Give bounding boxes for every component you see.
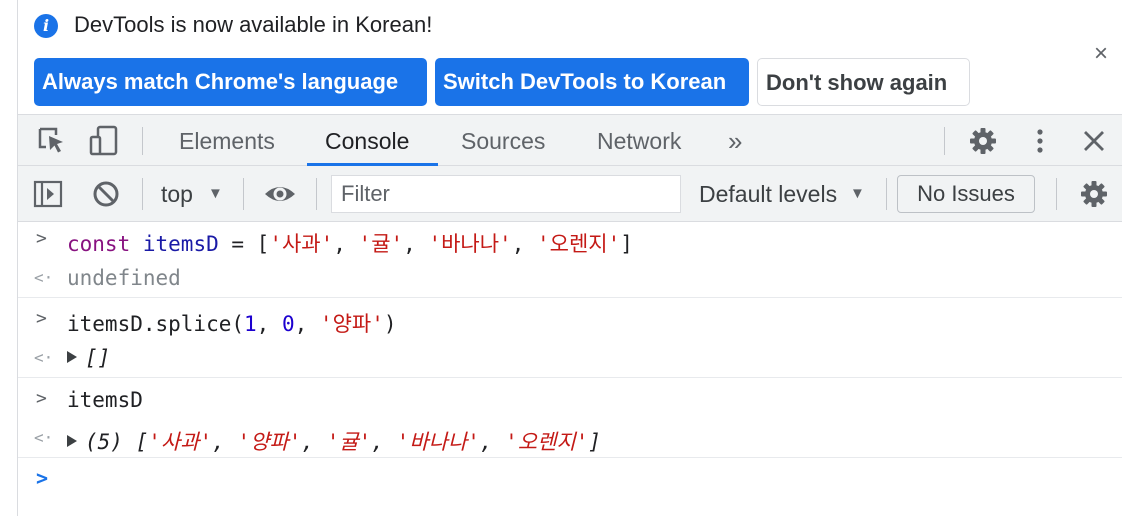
code-token: ] <box>588 430 602 454</box>
code-token: '사과' <box>269 232 334 256</box>
code-token: itemsD <box>142 232 219 256</box>
prompt-chevron-icon: > <box>36 228 47 249</box>
code-token: itemsD.splice( <box>67 312 245 336</box>
info-icon: i <box>34 14 58 38</box>
clear-console-icon[interactable] <box>90 178 122 210</box>
code-token: , <box>256 312 282 336</box>
dropdown-caret-icon[interactable]: ▼ <box>850 166 865 222</box>
return-arrow-icon: <· <box>34 268 54 287</box>
console-prompt-line[interactable]: > <box>18 458 1122 498</box>
console-result: undefined <box>67 266 181 290</box>
code-token: '양파' <box>237 430 302 454</box>
code-token: , <box>479 430 506 454</box>
console-code: const itemsD = ['사과', '귤', '바나나', '오렌지'] <box>67 228 633 258</box>
toolbar-divider <box>1056 178 1057 210</box>
console-code: itemsD.splice(1, 0, '양파') <box>67 308 397 338</box>
console-output-line: <· undefined <box>18 258 1122 298</box>
code-token: (5) [ <box>85 430 149 454</box>
code-token: 0 <box>281 312 295 336</box>
expand-triangle-icon[interactable] <box>67 351 77 363</box>
close-devtools-icon[interactable] <box>1078 125 1110 157</box>
code-token: [] <box>85 346 111 370</box>
code-token: '오렌지' <box>537 232 621 256</box>
console-input-line: > itemsD <box>18 378 1122 418</box>
prompt-chevron-icon: > <box>36 388 47 409</box>
console-object[interactable]: (5) ['사과', '양파', '귤', '바나나', '오렌지'] <box>67 426 601 456</box>
code-token: = [ <box>218 232 270 256</box>
dont-show-again-button[interactable]: Don't show again <box>757 58 970 106</box>
console-output[interactable]: > const itemsD = ['사과', '귤', '바나나', '오렌지… <box>18 222 1122 516</box>
console-input-line: > itemsD.splice(1, 0, '양파') <box>18 298 1122 338</box>
toolbar-divider <box>316 178 317 210</box>
language-infobar: i DevTools is now available in Korean! A… <box>18 0 1122 114</box>
prompt-chevron-icon: > <box>36 466 49 490</box>
code-token: '양파' <box>319 312 384 336</box>
switch-to-korean-button[interactable]: Switch DevTools to Korean <box>435 58 749 106</box>
tab-elements[interactable]: Elements <box>179 115 275 167</box>
more-tabs-icon[interactable]: » <box>728 115 742 167</box>
code-token: '사과' <box>148 430 213 454</box>
console-object[interactable]: [] <box>67 346 110 370</box>
device-toolbar-icon[interactable] <box>88 125 120 157</box>
code-token: , <box>371 430 397 454</box>
always-match-language-button[interactable]: Always match Chrome's language <box>34 58 427 106</box>
toolbar-divider <box>142 178 143 210</box>
devtools-frame: i DevTools is now available in Korean! A… <box>18 0 1122 516</box>
expand-triangle-icon[interactable] <box>67 435 77 447</box>
code-token: '귤' <box>358 232 404 256</box>
toolbar-divider <box>142 127 143 155</box>
code-token: '바나나' <box>396 430 480 454</box>
code-token: , <box>333 232 359 256</box>
console-output-line: <· [] <box>18 338 1122 378</box>
return-arrow-icon: <· <box>34 428 54 447</box>
code-token: const <box>67 232 131 256</box>
code-token: , <box>301 430 327 454</box>
infobar-message: DevTools is now available in Korean! <box>74 12 433 37</box>
code-token: 1 <box>244 312 257 336</box>
console-toolbar: top ▼ Filter Default levels ▼ No Issues <box>18 166 1122 222</box>
sidebar-toggle-icon[interactable] <box>32 178 64 210</box>
main-tabbar: Elements Console Sources Network » <box>18 114 1122 166</box>
code-token: '바나나' <box>428 232 512 256</box>
console-input-line: > const itemsD = ['사과', '귤', '바나나', '오렌지… <box>18 222 1122 258</box>
kebab-menu-icon[interactable] <box>1024 125 1056 157</box>
code-token: '귤' <box>326 430 372 454</box>
tab-sources[interactable]: Sources <box>461 115 545 167</box>
log-levels-dropdown[interactable]: Default levels <box>699 166 837 222</box>
code-token: ) <box>383 312 397 336</box>
code-token: ] <box>620 232 633 256</box>
dropdown-caret-icon[interactable]: ▼ <box>208 166 223 222</box>
code-token: , <box>511 232 537 256</box>
settings-gear-icon[interactable] <box>967 125 999 157</box>
code-token: '오렌지' <box>505 430 589 454</box>
live-expression-eye-icon[interactable] <box>263 178 295 210</box>
issues-button[interactable]: No Issues <box>897 175 1035 213</box>
toolbar-divider <box>243 178 244 210</box>
tab-console[interactable]: Console <box>325 115 409 167</box>
console-output-line: <· (5) ['사과', '양파', '귤', '바나나', '오렌지'] <box>18 418 1122 458</box>
toolbar-divider <box>886 178 887 210</box>
toolbar-divider <box>944 127 945 155</box>
prompt-chevron-icon: > <box>36 308 47 329</box>
context-selector[interactable]: top <box>161 166 193 222</box>
code-token: , <box>294 312 320 336</box>
filter-input[interactable]: Filter <box>331 175 681 213</box>
code-token: , <box>403 232 429 256</box>
code-token: , <box>212 430 238 454</box>
code-token: itemsD <box>67 388 143 412</box>
close-icon[interactable]: × <box>1094 40 1108 68</box>
return-arrow-icon: <· <box>34 348 54 367</box>
tab-network[interactable]: Network <box>597 115 681 167</box>
console-settings-gear-icon[interactable] <box>1078 178 1110 210</box>
inspect-element-icon[interactable] <box>36 125 68 157</box>
console-code: itemsD <box>67 388 143 412</box>
